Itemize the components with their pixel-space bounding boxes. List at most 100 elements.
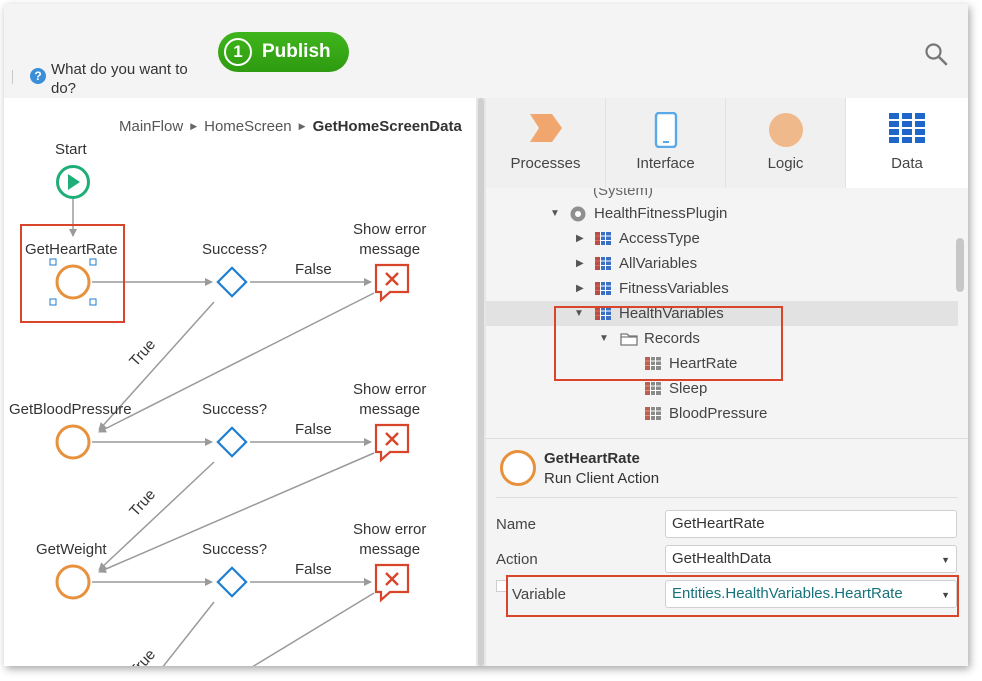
true-label-1: True [126, 336, 159, 370]
error-label-line1: Show error [353, 381, 427, 398]
false-label-3: False [295, 561, 332, 578]
tab-processes-label: Processes [510, 155, 581, 172]
data-grid-icon [889, 113, 925, 143]
right-panel: Processes Interface Logic Data (System) … [486, 98, 968, 666]
run-client-action-icon [500, 450, 536, 486]
search-icon[interactable] [924, 42, 948, 66]
publish-count-badge: 1 [224, 38, 252, 66]
action-node-getbloodpressure[interactable] [55, 424, 91, 460]
tab-logic[interactable]: Logic [726, 98, 846, 188]
true-label-2: True [126, 486, 159, 520]
help-search-prompt[interactable]: What do you want to do? [51, 60, 211, 98]
error-node-1[interactable] [374, 263, 410, 303]
entity-icon [595, 282, 611, 295]
false-label-1: False [295, 261, 332, 278]
highlight-box-variable [506, 575, 959, 617]
publish-button[interactable]: 1 Publish [218, 32, 349, 72]
start-label: Start [55, 141, 87, 158]
caret-down-icon[interactable]: ▼ [550, 201, 560, 226]
if-node-2[interactable] [216, 426, 248, 458]
divider [496, 497, 958, 498]
layer-tabs: Processes Interface Logic Data [486, 98, 968, 188]
record-icon [645, 382, 661, 395]
help-icon[interactable]: ? [30, 68, 46, 84]
error-label-1: Show error message [353, 220, 426, 260]
app-window: ? What do you want to do? 1 Publish True… [4, 4, 968, 666]
tree-label-fitnessvariables: FitnessVariables [619, 280, 729, 297]
tree-label-allvariables: AllVariables [619, 255, 698, 272]
false-label-2: False [295, 421, 332, 438]
panel-splitter[interactable] [476, 98, 486, 666]
tab-interface[interactable]: Interface [606, 98, 726, 188]
module-icon [570, 206, 586, 222]
properties-panel: GetHeartRate Run Client Action Name GetH… [486, 438, 968, 666]
start-node[interactable] [56, 165, 90, 199]
breadcrumb-current: GetHomeScreenData [312, 118, 462, 135]
tab-logic-label: Logic [767, 155, 804, 172]
tab-interface-label: Interface [636, 155, 695, 172]
name-field-value: GetHeartRate [672, 515, 765, 532]
action-dropdown-value: GetHealthData [672, 550, 772, 567]
action-dropdown[interactable]: GetHealthData ▼ [665, 545, 957, 573]
breadcrumb: MainFlow ▶ HomeScreen ▶ GetHomeScreenDat… [119, 118, 462, 135]
tree-row-plugin[interactable]: ▼ HealthFitnessPlugin [486, 201, 958, 226]
publish-label: Publish [262, 41, 331, 62]
highlight-box-entity [554, 306, 783, 381]
if-label-3: Success? [202, 541, 268, 558]
logic-icon [768, 113, 803, 147]
name-field[interactable]: GetHeartRate [665, 510, 957, 538]
interface-icon [654, 112, 677, 148]
action-label-getweight: GetWeight [36, 541, 107, 558]
tab-processes[interactable]: Processes [486, 98, 606, 188]
record-icon [645, 407, 661, 420]
tree-label-plugin: HealthFitnessPlugin [594, 205, 728, 222]
true-label-3: True [126, 646, 159, 666]
properties-element-type: Run Client Action [544, 470, 660, 487]
caret-right-icon[interactable]: ▶ [576, 251, 584, 276]
error-node-3[interactable] [374, 563, 410, 603]
action-label-getbloodpressure: GetBloodPressure [9, 401, 132, 418]
processes-icon [529, 114, 562, 142]
error-label-3: Show error message [353, 520, 426, 560]
tab-data-label: Data [891, 155, 923, 172]
action-node-getweight[interactable] [55, 564, 91, 600]
error-label-line1: Show error [353, 221, 427, 238]
breadcrumb-separator-icon: ▶ [190, 121, 198, 131]
highlight-box-action [20, 224, 125, 323]
if-node-3[interactable] [216, 566, 248, 598]
name-label: Name [496, 516, 537, 533]
tree-row-fitnessvariables[interactable]: ▶ FitnessVariables [486, 276, 958, 301]
tab-data[interactable]: Data [846, 98, 968, 188]
splitter-handle[interactable] [478, 98, 484, 666]
tree-row-accesstype[interactable]: ▶ AccessType [486, 226, 958, 251]
tree-label-bloodpressure: BloodPressure [669, 405, 768, 422]
entity-icon [595, 257, 611, 270]
chevron-down-icon[interactable]: ▼ [941, 547, 950, 573]
if-node-1[interactable] [216, 266, 248, 298]
tree-label-accesstype: AccessType [619, 230, 700, 247]
error-label-line2: message [359, 241, 421, 258]
breadcrumb-item-mainflow[interactable]: MainFlow [119, 118, 183, 135]
data-tree: (System) ▼ HealthFitnessPlugin ▶ AccessT… [486, 188, 968, 433]
if-label-1: Success? [202, 241, 268, 258]
caret-right-icon[interactable]: ▶ [576, 226, 584, 251]
breadcrumb-separator-icon: ▶ [298, 121, 306, 131]
flow-canvas[interactable]: True True True MainFlow ▶ HomeScreen ▶ G… [4, 98, 476, 666]
caret-right-icon[interactable]: ▶ [576, 276, 584, 301]
error-label-2: Show error message [353, 380, 426, 420]
entity-icon [595, 232, 611, 245]
properties-element-name: GetHeartRate [544, 450, 640, 467]
action-label: Action [496, 551, 538, 568]
tree-row-allvariables[interactable]: ▶ AllVariables [486, 251, 958, 276]
top-toolbar: ? What do you want to do? 1 Publish [4, 4, 968, 98]
tree-scrollbar[interactable] [956, 238, 964, 292]
error-node-2[interactable] [374, 423, 410, 463]
tree-row-bloodpressure[interactable]: BloodPressure [486, 401, 958, 426]
toolbar-divider [12, 70, 13, 84]
breadcrumb-item-homescreen[interactable]: HomeScreen [204, 118, 292, 135]
error-label-line2: message [359, 541, 421, 558]
if-label-2: Success? [202, 401, 268, 418]
error-label-line2: message [359, 401, 421, 418]
divider [486, 438, 968, 439]
error-label-line1: Show error [353, 521, 427, 538]
